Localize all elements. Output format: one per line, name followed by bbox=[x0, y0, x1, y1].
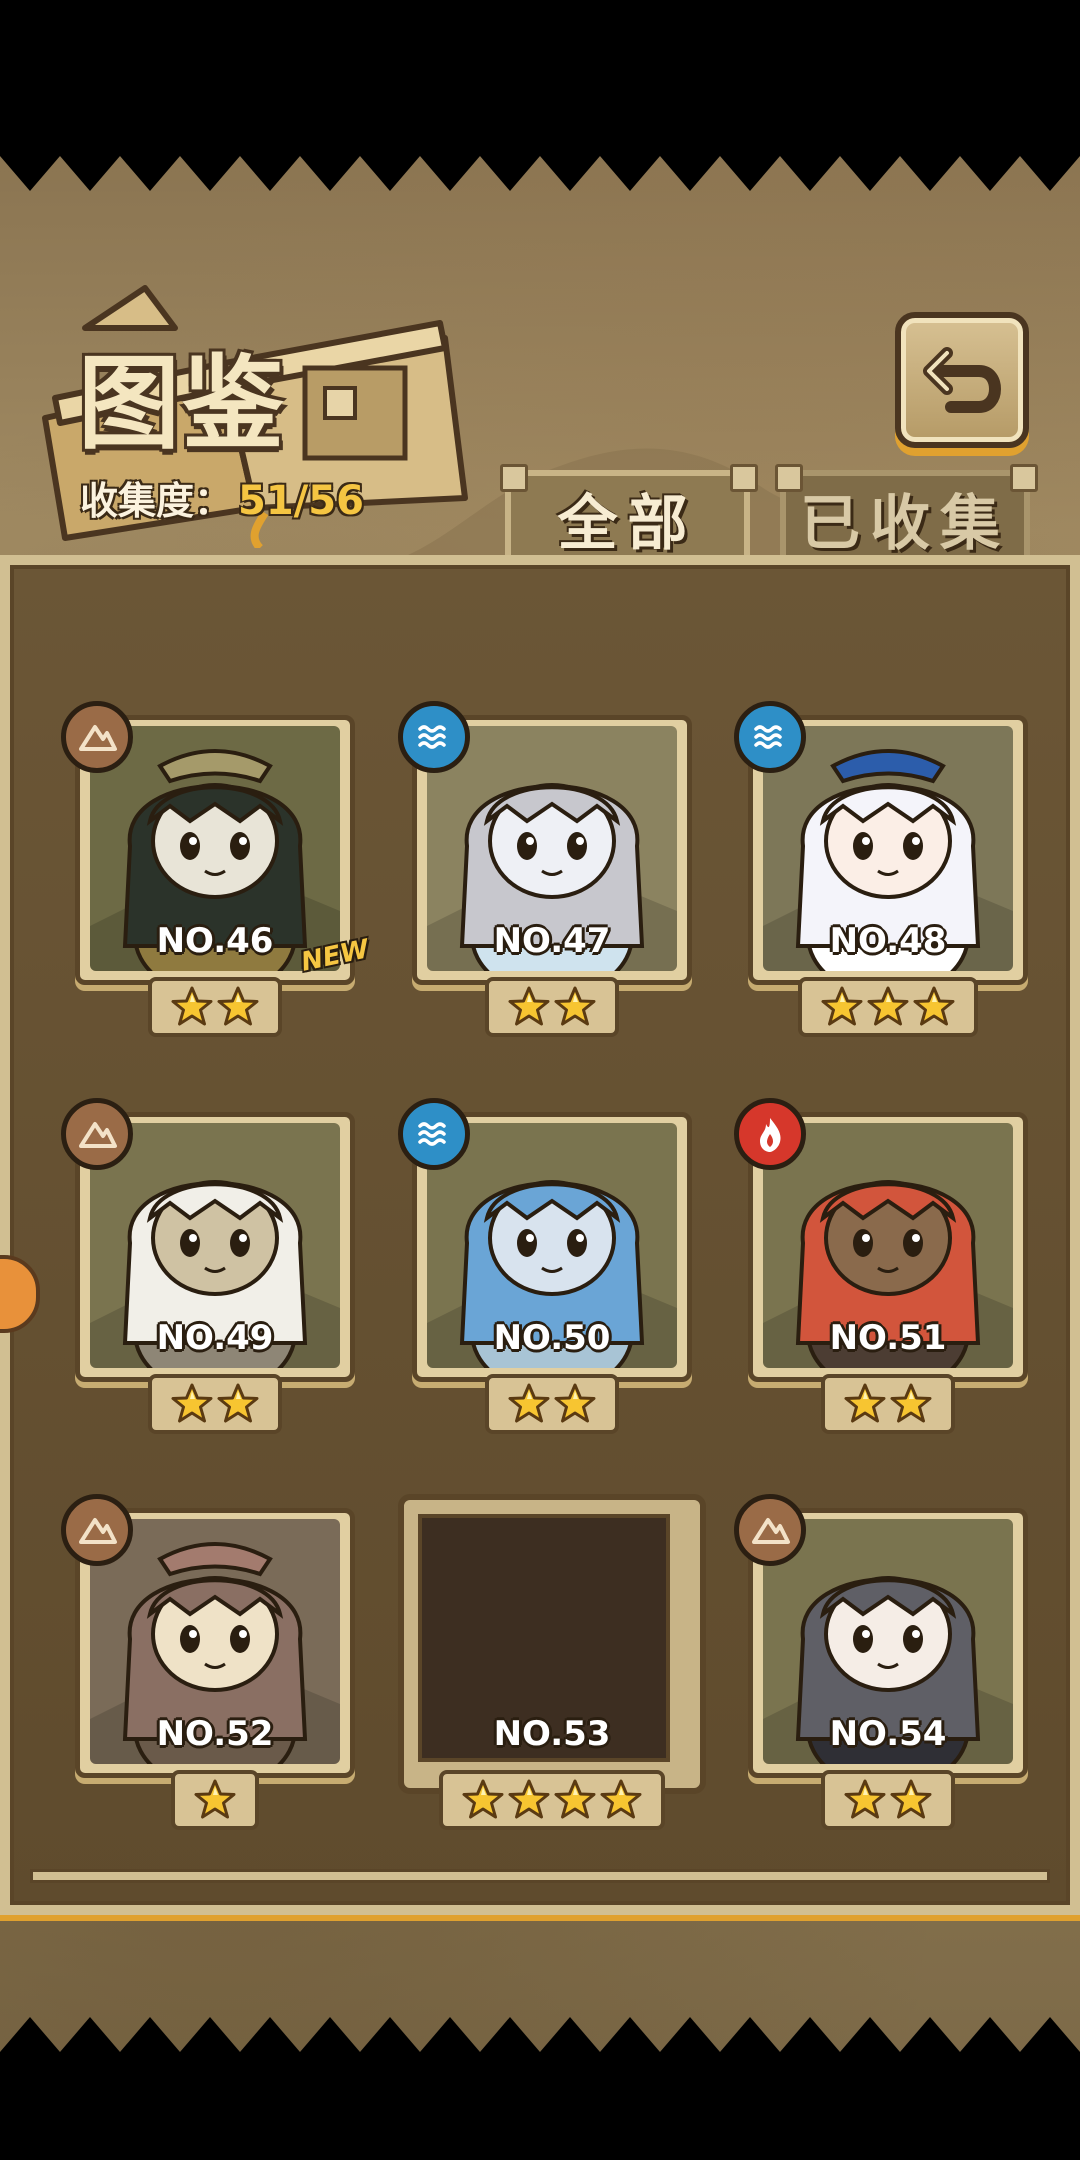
star-icon bbox=[890, 1383, 932, 1423]
star-icon bbox=[462, 1779, 504, 1819]
card-number: NO.52 bbox=[156, 1714, 274, 1754]
star-icon bbox=[508, 986, 550, 1026]
codex-card[interactable]: NO.53 bbox=[398, 1494, 706, 1830]
progress-label: 收集度： bbox=[80, 479, 233, 523]
codex-panel: NO.46 NEW NO.47 NO.48 NO.49 NO.50 NO.51 NO.52 NO… bbox=[0, 555, 1080, 1915]
progress-value: 51/56 bbox=[238, 478, 364, 524]
star-icon bbox=[890, 1779, 932, 1819]
star-icon bbox=[600, 1779, 642, 1819]
tab-corner bbox=[1010, 464, 1038, 492]
element-water-icon bbox=[398, 701, 470, 773]
tab-collected-label: 已收集 bbox=[800, 488, 1010, 559]
star-icon bbox=[844, 1779, 886, 1819]
rarity-stars bbox=[485, 977, 619, 1037]
card-number: NO.50 bbox=[493, 1318, 611, 1358]
card-number: NO.48 bbox=[829, 921, 947, 961]
top-letterbox bbox=[0, 0, 1080, 146]
rarity-stars bbox=[798, 977, 978, 1037]
star-icon bbox=[217, 986, 259, 1026]
rarity-stars bbox=[485, 1374, 619, 1434]
rarity-stars bbox=[439, 1770, 665, 1830]
star-icon bbox=[508, 1383, 550, 1423]
element-earth-icon bbox=[61, 1494, 133, 1566]
card-number: NO.49 bbox=[156, 1318, 274, 1358]
star-icon bbox=[508, 1779, 550, 1819]
card-number: NO.51 bbox=[829, 1318, 947, 1358]
star-icon bbox=[171, 1383, 213, 1423]
star-icon bbox=[171, 986, 213, 1026]
torn-edge-bottom bbox=[0, 2017, 1080, 2062]
element-water-icon bbox=[398, 1098, 470, 1170]
element-fire-icon bbox=[734, 1098, 806, 1170]
rarity-stars bbox=[171, 1770, 259, 1830]
tab-corner bbox=[775, 464, 803, 492]
tab-all[interactable]: 全部 bbox=[505, 470, 750, 566]
tab-corner bbox=[500, 464, 528, 492]
codex-card[interactable]: NO.54 bbox=[734, 1494, 1028, 1830]
codex-card[interactable]: NO.48 bbox=[734, 701, 1028, 1037]
card-number: NO.47 bbox=[493, 921, 611, 961]
collection-progress: 收集度： 51/56 bbox=[80, 470, 364, 525]
codex-card[interactable]: NO.51 bbox=[734, 1098, 1028, 1434]
star-icon bbox=[554, 986, 596, 1026]
element-earth-icon bbox=[734, 1494, 806, 1566]
rarity-stars bbox=[821, 1770, 955, 1830]
torn-edge-top bbox=[0, 146, 1080, 191]
element-earth-icon bbox=[61, 1098, 133, 1170]
card-grid[interactable]: NO.46 NEW NO.47 NO.48 NO.49 NO.50 NO.51 NO.52 NO… bbox=[30, 605, 1050, 1855]
element-water-icon bbox=[734, 701, 806, 773]
codex-card[interactable]: NO.49 bbox=[61, 1098, 355, 1434]
page-title: 图鉴 bbox=[78, 344, 286, 464]
element-earth-icon bbox=[61, 701, 133, 773]
card-number: NO.53 bbox=[493, 1714, 611, 1754]
tab-corner bbox=[730, 464, 758, 492]
star-icon bbox=[867, 986, 909, 1026]
rarity-stars bbox=[148, 1374, 282, 1434]
star-icon bbox=[913, 986, 955, 1026]
codex-card[interactable]: NO.46 NEW bbox=[61, 701, 371, 1037]
tab-all-label: 全部 bbox=[557, 488, 698, 559]
codex-card[interactable]: NO.47 bbox=[398, 701, 692, 1037]
star-icon bbox=[554, 1383, 596, 1423]
panel-bottom-rail bbox=[30, 1869, 1050, 1883]
star-icon bbox=[554, 1779, 596, 1819]
return-arrow-icon bbox=[923, 347, 1002, 413]
tab-collected[interactable]: 已收集 bbox=[780, 470, 1030, 566]
star-icon bbox=[217, 1383, 259, 1423]
codex-card[interactable]: NO.50 bbox=[398, 1098, 692, 1434]
rarity-stars bbox=[821, 1374, 955, 1434]
back-button[interactable] bbox=[895, 312, 1029, 448]
star-icon bbox=[844, 1383, 886, 1423]
rarity-stars bbox=[148, 977, 282, 1037]
card-number: NO.54 bbox=[829, 1714, 947, 1754]
star-icon bbox=[194, 1779, 236, 1819]
bottom-letterbox bbox=[0, 2062, 1080, 2160]
star-icon bbox=[821, 986, 863, 1026]
codex-card[interactable]: NO.52 bbox=[61, 1494, 355, 1830]
